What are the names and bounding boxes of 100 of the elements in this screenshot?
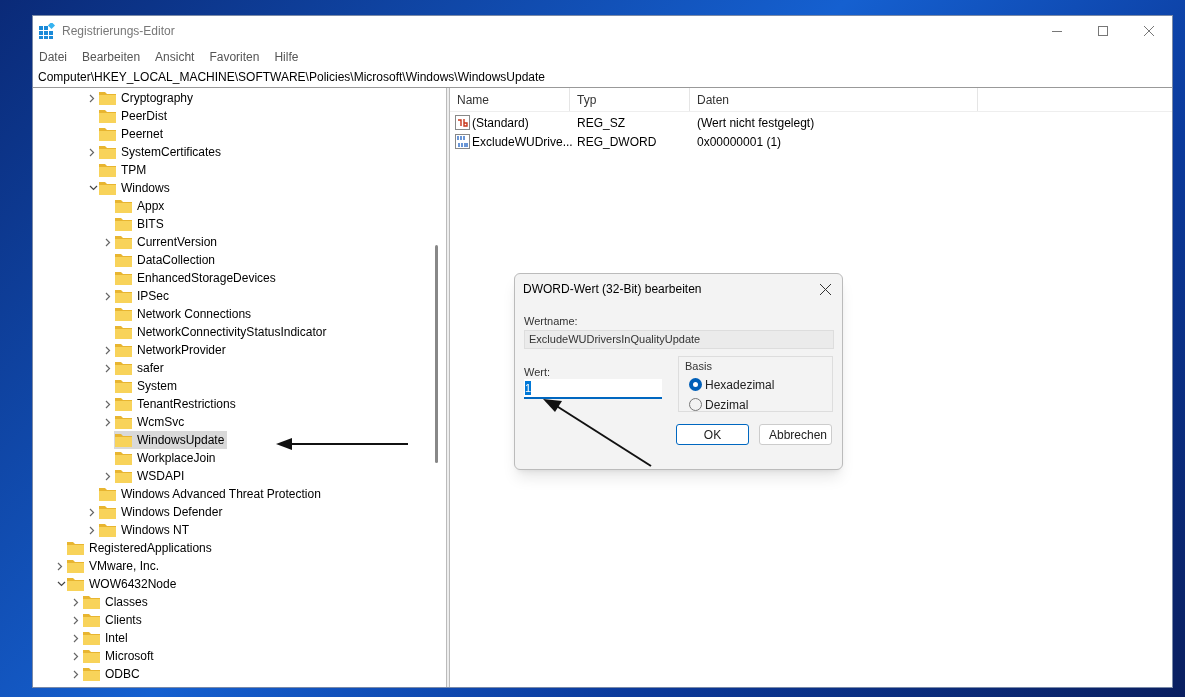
tree-item[interactable]: NetworkProvider bbox=[114, 341, 229, 359]
folder-icon bbox=[83, 649, 100, 663]
menu-item[interactable]: Bearbeiten bbox=[82, 47, 141, 66]
tree-item[interactable]: SystemCertificates bbox=[98, 143, 225, 161]
tree-item[interactable]: Appx bbox=[114, 197, 168, 215]
tree-item[interactable]: ODBC bbox=[82, 665, 143, 683]
expand-chevron-icon[interactable] bbox=[57, 561, 63, 571]
expand-chevron-icon[interactable] bbox=[105, 471, 111, 481]
tree-item[interactable]: Network Connections bbox=[114, 305, 255, 323]
folder-icon bbox=[115, 361, 132, 375]
expand-chevron-icon[interactable] bbox=[105, 417, 111, 427]
value-name[interactable]: (Standard) bbox=[472, 113, 529, 132]
folder-icon bbox=[67, 577, 84, 591]
table-cell-text: (Wert nicht festgelegt) bbox=[696, 114, 816, 132]
folder-icon bbox=[115, 469, 132, 483]
folder-icon bbox=[99, 487, 116, 501]
selected-value-text: 1 bbox=[525, 381, 532, 395]
folder-icon bbox=[99, 523, 116, 537]
tree-item[interactable]: Windows Defender bbox=[98, 503, 226, 521]
address-bar[interactable]: Computer\HKEY_LOCAL_MACHINE\SOFTWARE\Policies\Microsoft\Windows\WindowsUpdate bbox=[33, 67, 1172, 88]
tree-item[interactable]: IPSec bbox=[114, 287, 172, 305]
value-name-field: ExcludeWUDriversInQualityUpdate bbox=[524, 330, 834, 349]
folder-icon bbox=[99, 505, 116, 519]
tree-item[interactable]: CurrentVersion bbox=[114, 233, 221, 251]
folder-icon bbox=[115, 343, 132, 357]
tree-item[interactable]: WindowsUpdate bbox=[114, 431, 228, 449]
radio-button[interactable]: Hexadezimal bbox=[689, 374, 832, 395]
folder-icon bbox=[115, 415, 132, 429]
table-cell-text: REG_SZ bbox=[576, 114, 626, 132]
tree-item[interactable]: PeerDist bbox=[98, 107, 170, 125]
scrollbar-thumb[interactable] bbox=[435, 245, 438, 463]
tree-item[interactable]: Clients bbox=[82, 611, 145, 629]
tree-item[interactable]: WSDAPI bbox=[114, 467, 188, 485]
column-header[interactable]: Typ bbox=[570, 88, 690, 111]
tree-item[interactable]: Classes bbox=[82, 593, 151, 611]
tree-item[interactable]: RegisteredApplications bbox=[66, 539, 215, 557]
expand-chevron-icon[interactable] bbox=[73, 615, 79, 625]
collapse-chevron-icon[interactable] bbox=[57, 581, 66, 587]
tree-item[interactable]: EnhancedStorageDevices bbox=[114, 269, 279, 287]
expand-chevron-icon[interactable] bbox=[89, 507, 95, 517]
collapse-chevron-icon[interactable] bbox=[89, 185, 98, 191]
tree-item[interactable]: TenantRestrictions bbox=[114, 395, 239, 413]
folder-icon bbox=[115, 325, 132, 339]
tree-item[interactable]: Windows NT bbox=[98, 521, 192, 539]
tree-item[interactable]: VMware, Inc. bbox=[66, 557, 163, 575]
ok-button[interactable]: OK bbox=[676, 424, 749, 445]
window-title: Registrierungs-Editor bbox=[62, 23, 175, 40]
maximize-icon bbox=[1098, 26, 1108, 36]
column-header[interactable]: Name bbox=[450, 88, 570, 111]
tree-item[interactable]: Microsoft bbox=[82, 647, 157, 665]
cancel-button[interactable]: Abbrechen bbox=[759, 424, 832, 445]
folder-icon bbox=[115, 289, 132, 303]
expand-chevron-icon[interactable] bbox=[89, 147, 95, 157]
tree-item[interactable]: TPM bbox=[98, 161, 150, 179]
minimize-icon bbox=[1052, 30, 1062, 32]
expand-chevron-icon[interactable] bbox=[73, 633, 79, 643]
value-input[interactable]: 1 bbox=[524, 379, 662, 399]
expand-chevron-icon[interactable] bbox=[89, 93, 95, 103]
tree-item[interactable]: BITS bbox=[114, 215, 167, 233]
menu-item[interactable]: Hilfe bbox=[274, 47, 299, 66]
group-label: Basis bbox=[685, 359, 713, 374]
expand-chevron-icon[interactable] bbox=[105, 399, 111, 409]
table-cell-text: REG_DWORD bbox=[576, 133, 658, 151]
tree-item[interactable]: System bbox=[114, 377, 180, 395]
close-icon bbox=[1144, 26, 1154, 36]
expand-chevron-icon[interactable] bbox=[105, 237, 111, 247]
tree-item[interactable]: Windows bbox=[98, 179, 173, 197]
folder-icon bbox=[115, 379, 132, 393]
folder-icon bbox=[115, 451, 132, 465]
expand-chevron-icon[interactable] bbox=[105, 345, 111, 355]
tree-item[interactable]: Cryptography bbox=[98, 89, 197, 107]
menu-item[interactable]: Favoriten bbox=[209, 47, 260, 66]
expand-chevron-icon[interactable] bbox=[105, 291, 111, 301]
radio-button[interactable]: Dezimal bbox=[689, 394, 832, 415]
tree-item[interactable]: safer bbox=[114, 359, 167, 377]
folder-icon bbox=[115, 433, 132, 447]
folder-icon bbox=[115, 307, 132, 321]
tree-item[interactable]: Windows Advanced Threat Protection bbox=[98, 485, 324, 503]
field-label: Wertname: bbox=[524, 314, 579, 327]
expand-chevron-icon[interactable] bbox=[73, 597, 79, 607]
tree-item[interactable]: NetworkConnectivityStatusIndicator bbox=[114, 323, 330, 341]
expand-chevron-icon[interactable] bbox=[105, 363, 111, 373]
tree-item[interactable]: Intel bbox=[82, 629, 131, 647]
expand-chevron-icon[interactable] bbox=[89, 525, 95, 535]
tree-item[interactable]: WOW6432Node bbox=[66, 575, 180, 593]
expand-chevron-icon[interactable] bbox=[73, 669, 79, 679]
tree-item[interactable]: WcmSvc bbox=[114, 413, 188, 431]
value-name[interactable]: ExcludeWUDrive... bbox=[472, 132, 573, 151]
folder-icon bbox=[83, 595, 100, 609]
tree-item[interactable]: WorkplaceJoin bbox=[114, 449, 219, 467]
folder-icon bbox=[67, 541, 84, 555]
tree-item[interactable]: Peernet bbox=[98, 125, 167, 143]
expand-chevron-icon[interactable] bbox=[73, 651, 79, 661]
folder-icon bbox=[99, 91, 116, 105]
column-header[interactable]: Daten bbox=[690, 88, 978, 111]
tree-item[interactable]: DataCollection bbox=[114, 251, 219, 269]
folder-icon bbox=[99, 127, 116, 141]
menu-item[interactable]: Ansicht bbox=[155, 47, 195, 66]
menu-item[interactable]: Datei bbox=[39, 47, 67, 66]
folder-icon bbox=[115, 217, 132, 231]
